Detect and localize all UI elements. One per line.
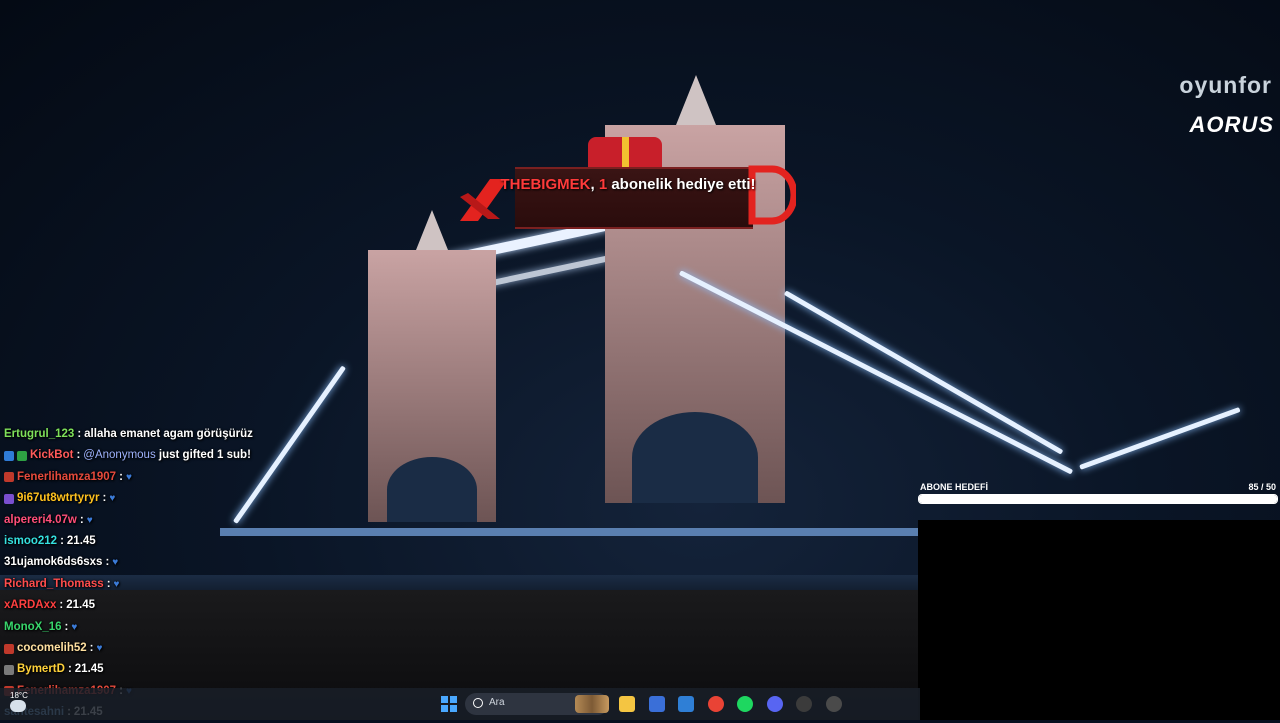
chat-message-text: 21.45 xyxy=(66,599,96,612)
goal-progress-fill xyxy=(919,495,1277,503)
chat-username: xARDAxx xyxy=(4,599,57,612)
search-highlight-image xyxy=(575,695,609,713)
start-tile xyxy=(450,705,457,712)
chat-message: Richard_Thomass : ♥ xyxy=(4,574,324,595)
chat-badge-icon xyxy=(4,472,14,483)
weather-cloud-icon[interactable] xyxy=(10,700,26,712)
chat-separator: : xyxy=(67,663,72,676)
chat-message: 9i67ut8wtrtyryr : ♥ xyxy=(4,488,324,509)
emote-icon: ♥ xyxy=(113,578,120,590)
file-explorer-icon[interactable] xyxy=(619,696,635,712)
chat-separator: : xyxy=(64,620,69,633)
chat-message-text: allaha emanet agam görüşürüz xyxy=(84,428,253,440)
chat-message: ismoo212 :21.45 xyxy=(4,531,324,552)
emote-icon: ♥ xyxy=(86,514,93,526)
emote-icon: ♥ xyxy=(125,471,132,483)
chat-separator: : xyxy=(76,449,81,462)
bridge-deck xyxy=(220,528,920,536)
left-tower xyxy=(368,250,496,522)
chat-message: cocomelih52 : ♥ xyxy=(4,638,324,659)
taskbar-search[interactable]: Ara xyxy=(465,693,609,715)
chat-message-text: 21.45 xyxy=(66,534,96,547)
alert-username: THEBIGMEK xyxy=(500,176,591,193)
overlay-dark-panel xyxy=(918,520,1280,720)
chat-separator: : xyxy=(79,513,84,526)
gift-box-icon xyxy=(588,137,662,167)
right-tower-spire xyxy=(676,75,716,125)
start-button[interactable] xyxy=(441,696,457,712)
mail-icon[interactable] xyxy=(678,696,694,712)
emote-icon: ♥ xyxy=(96,642,103,654)
search-icon xyxy=(473,698,483,708)
chat-username: Ertugrul_123 xyxy=(4,428,75,440)
chrome-icon[interactable] xyxy=(707,696,724,712)
chat-message-text: 21.45 xyxy=(74,663,104,676)
aorus-logo: AORUS xyxy=(1189,112,1274,137)
chat-separator: : xyxy=(89,641,94,654)
microsoft-store-icon[interactable] xyxy=(648,696,665,712)
chat-username: cocomelih52 xyxy=(17,641,87,654)
chat-message: KickBot : @Anonymous just gifted 1 sub! xyxy=(4,445,324,466)
chat-message: 31ujamok6ds6sxs : ♥ xyxy=(4,552,324,573)
chat-message: alpereri4.07w : ♥ xyxy=(4,510,324,531)
chat-username: KickBot xyxy=(30,449,74,462)
goal-count: 85 / 50 xyxy=(1248,482,1276,492)
discord-icon[interactable] xyxy=(766,696,783,712)
start-tile xyxy=(450,696,457,703)
gift-sub-alert: THEBIGMEK, 1 abonelik hediye etti! xyxy=(460,135,796,235)
chat-badge-icon xyxy=(4,493,14,504)
4k-video-icon[interactable] xyxy=(825,696,842,712)
chat-message: Fenerlihamza1907 :♥ xyxy=(4,467,324,488)
search-placeholder: Ara xyxy=(489,697,505,708)
alert-message: THEBIGMEK, 1 abonelik hediye etti! xyxy=(500,176,756,193)
chat-username: 9i67ut8wtrtyryr xyxy=(17,492,100,505)
chat-username: Richard_Thomass xyxy=(4,577,104,590)
chat-message: BymertD :21.45 xyxy=(4,659,324,680)
chat-separator: : xyxy=(59,599,64,612)
windows-taskbar: 18°C Ara xyxy=(0,688,920,720)
chat-message: Ertugrul_123 : allaha emanet agam görüşür… xyxy=(4,424,324,445)
emote-icon: ♥ xyxy=(109,493,116,505)
chat-username: BymertD xyxy=(17,663,65,676)
chat-username: Fenerlihamza1907 xyxy=(17,470,117,483)
chat-separator: : xyxy=(106,577,111,590)
chat-username: MonoX_16 xyxy=(4,620,62,633)
right-shore-cable xyxy=(1079,407,1241,470)
goal-progress-bar xyxy=(918,494,1278,504)
chat-message: xARDAxx :21.45 xyxy=(4,595,324,616)
oyunfor-logo: oyunfor xyxy=(1179,72,1272,98)
chat-separator: : xyxy=(119,470,123,483)
alert-text: abonelik hediye etti! xyxy=(611,176,756,193)
chat-separator: : xyxy=(105,556,110,569)
chat-separator: : xyxy=(102,492,107,505)
chat-message-text: @Anonymous just gifted 1 sub! xyxy=(83,449,251,462)
start-tile xyxy=(441,696,448,703)
emote-icon: ♥ xyxy=(71,621,78,633)
chat-separator: : xyxy=(60,534,64,547)
start-tile xyxy=(441,705,448,712)
chat-username: 31ujamok6ds6sxs xyxy=(4,556,103,569)
chat-badge-icon xyxy=(4,643,14,654)
obs-icon[interactable] xyxy=(796,696,812,712)
chat-badge-icon xyxy=(4,664,14,675)
spotify-icon[interactable] xyxy=(737,696,753,712)
chat-separator: : xyxy=(77,428,82,440)
lightning-right-icon xyxy=(748,165,796,225)
alert-gift-count: 1 xyxy=(598,176,608,193)
chat-overlay: Ertugrul_123 : allaha emanet agam görüşür… xyxy=(4,424,324,723)
goal-label: ABONE HEDEFİ xyxy=(920,482,989,492)
emote-icon: ♥ xyxy=(112,557,119,569)
subscriber-goal: ABONE HEDEFİ 85 / 50 xyxy=(918,480,1278,506)
weather-temperature[interactable]: 18°C xyxy=(10,691,28,700)
chat-username: alpereri4.07w xyxy=(4,513,77,526)
chat-username: ismoo212 xyxy=(4,534,58,547)
chat-badge-icon xyxy=(4,451,14,462)
right-suspension-cable-upper xyxy=(783,290,1064,455)
chat-message: MonoX_16 : ♥ xyxy=(4,617,324,638)
chat-badge-icon xyxy=(17,451,27,462)
